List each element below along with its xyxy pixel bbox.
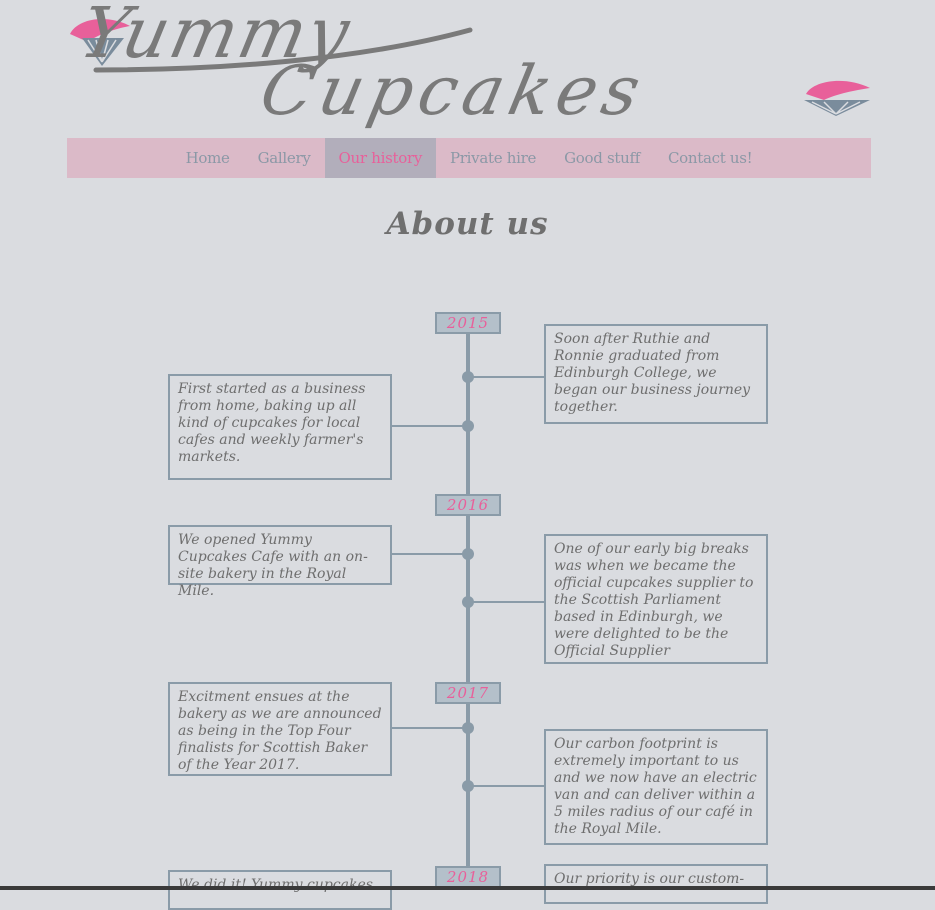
year-marker-2017: 2017 (435, 682, 501, 704)
timeline-entry: Our priority is our custom- (544, 864, 768, 904)
year-marker-2018: 2018 (435, 866, 501, 888)
history-timeline: 2015 Soon after Ruthie and Ronnie gradua… (0, 0, 935, 910)
year-marker-2016: 2016 (435, 494, 501, 516)
timeline-connector (392, 425, 466, 427)
timeline-connector (470, 376, 544, 378)
timeline-entry: First started as a business from home, b… (168, 374, 392, 480)
timeline-entry: One of our early big breaks was when we … (544, 534, 768, 664)
timeline-entry: Soon after Ruthie and Ronnie graduated f… (544, 324, 768, 424)
timeline-connector (470, 601, 544, 603)
timeline-connector (392, 553, 466, 555)
year-marker-2015: 2015 (435, 312, 501, 334)
timeline-entry: Excitment ensues at the bakery as we are… (168, 682, 392, 776)
timeline-entry: We did it! Yummy cupcakes (168, 870, 392, 910)
window-bottom-edge (0, 886, 935, 890)
timeline-connector (470, 785, 544, 787)
timeline-spine (466, 334, 470, 890)
timeline-entry: Our carbon footprint is extremely import… (544, 729, 768, 845)
timeline-connector (392, 727, 466, 729)
timeline-entry: We opened Yummy Cupcakes Cafe with an on… (168, 525, 392, 599)
